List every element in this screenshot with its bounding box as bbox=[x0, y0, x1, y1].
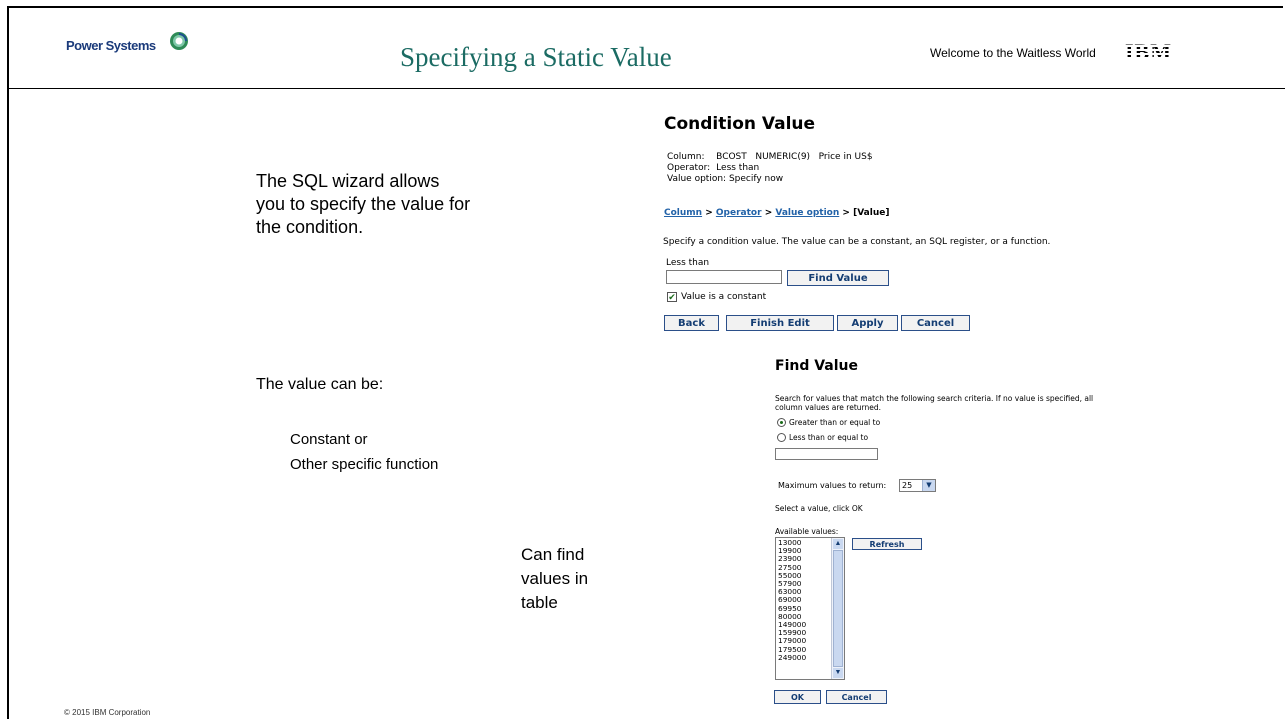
welcome-tagline: Welcome to the Waitless World bbox=[930, 46, 1096, 60]
condition-value-title: Condition Value bbox=[664, 114, 816, 134]
note-line: The SQL wizard allows bbox=[256, 171, 440, 191]
back-button[interactable]: Back bbox=[664, 315, 719, 331]
available-values-list[interactable]: 13000 19900 23900 27500 55000 57900 63000 69000… bbox=[775, 537, 845, 680]
value-is-constant-checkbox[interactable]: ✔ bbox=[667, 292, 677, 302]
value-can-be-note: The value can be: bbox=[256, 376, 384, 393]
header-divider bbox=[9, 88, 1285, 89]
breadcrumb: Column > Operator > Value option > [Valu… bbox=[664, 208, 889, 218]
cancel-button[interactable]: Cancel bbox=[901, 315, 970, 331]
intro-note: The SQL wizard allows you to specify the… bbox=[256, 170, 470, 239]
option-function: Other specific function bbox=[290, 456, 439, 473]
greater-equal-label: Greater than or equal to bbox=[789, 418, 881, 427]
values-list-items: 13000 19900 23900 27500 55000 57900 63000 69000… bbox=[778, 538, 806, 662]
list-item[interactable]: 249000 bbox=[778, 653, 806, 662]
breadcrumb-operator-link[interactable]: Operator bbox=[716, 208, 762, 218]
find-cancel-button[interactable]: Cancel bbox=[826, 690, 887, 704]
breadcrumb-separator: > bbox=[764, 208, 773, 218]
note-line: table bbox=[521, 593, 558, 612]
condition-value-input[interactable] bbox=[666, 270, 782, 284]
chevron-down-icon[interactable]: ▼ bbox=[833, 668, 843, 678]
note-line: values in bbox=[521, 569, 589, 588]
less-than-label: Less than bbox=[666, 258, 710, 268]
value-is-constant-label: Value is a constant bbox=[681, 292, 767, 302]
option-constant: Constant or bbox=[290, 431, 368, 448]
breadcrumb-value-option-link[interactable]: Value option bbox=[775, 208, 839, 218]
find-values-note: Can find values in table bbox=[521, 543, 588, 615]
apply-button[interactable]: Apply bbox=[837, 315, 898, 331]
condition-summary: Column: BCOST NUMERIC(9) Price in US$ Ope… bbox=[667, 152, 879, 174]
select-hint: Select a value, click OK bbox=[775, 504, 863, 513]
breadcrumb-column-link[interactable]: Column bbox=[664, 208, 702, 218]
value-option-row: Value option: Specify now bbox=[667, 174, 783, 184]
copyright: © 2015 IBM Corporation bbox=[64, 708, 151, 717]
max-values-select[interactable]: 25 ▼ bbox=[899, 479, 936, 492]
column-value: BCOST NUMERIC(9) Price in US$ bbox=[716, 152, 873, 162]
slide-title: Specifying a Static Value bbox=[400, 42, 672, 72]
slide-frame bbox=[7, 6, 1283, 719]
breadcrumb-separator: > bbox=[705, 208, 713, 218]
ibm-logo: IBM bbox=[1125, 39, 1172, 64]
power-systems-globe-icon bbox=[170, 32, 188, 50]
chevron-down-icon: ▼ bbox=[922, 480, 935, 491]
max-values-label: Maximum values to return: bbox=[778, 481, 887, 490]
operator-value: Less than bbox=[716, 163, 760, 173]
operator-label: Operator: bbox=[667, 163, 711, 173]
chevron-up-icon[interactable]: ▲ bbox=[833, 539, 843, 549]
available-values-label: Available values: bbox=[775, 527, 839, 536]
breadcrumb-current: [Value] bbox=[853, 208, 890, 218]
value-option-value: Specify now bbox=[728, 174, 784, 184]
greater-equal-radio[interactable] bbox=[777, 418, 786, 427]
find-value-description: Search for values that match the followi… bbox=[775, 394, 1094, 412]
column-label: Column: bbox=[667, 152, 705, 162]
condition-description: Specify a condition value. The value can… bbox=[663, 237, 1051, 247]
less-equal-label: Less than or equal to bbox=[789, 433, 869, 442]
search-value-input[interactable] bbox=[775, 448, 878, 460]
note-line: Can find bbox=[521, 545, 585, 564]
find-value-title: Find Value bbox=[775, 358, 859, 374]
max-values-selected: 25 bbox=[902, 481, 913, 490]
note-line: the condition. bbox=[256, 217, 364, 237]
refresh-button[interactable]: Refresh bbox=[852, 538, 922, 550]
scrollbar-thumb[interactable] bbox=[833, 550, 843, 667]
value-option-label: Value option: bbox=[667, 174, 727, 184]
power-systems-brand: Power Systems bbox=[66, 38, 156, 53]
breadcrumb-separator: > bbox=[842, 208, 850, 218]
ok-button[interactable]: OK bbox=[774, 690, 821, 704]
list-scrollbar[interactable]: ▲ ▼ bbox=[831, 538, 844, 679]
find-value-button[interactable]: Find Value bbox=[787, 270, 889, 286]
less-equal-radio[interactable] bbox=[777, 433, 786, 442]
note-line: you to specify the value for bbox=[256, 194, 471, 214]
finish-edit-button[interactable]: Finish Edit bbox=[726, 315, 834, 331]
